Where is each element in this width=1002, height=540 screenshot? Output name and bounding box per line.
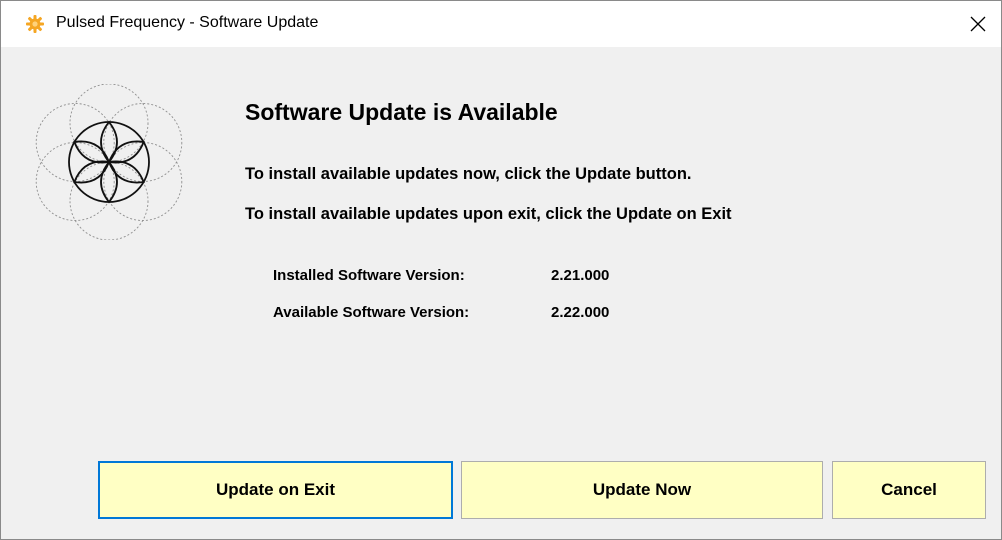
- sun-gear-icon: [26, 15, 44, 33]
- instruction-update-now: To install available updates now, click …: [245, 165, 692, 183]
- flower-of-life-logo: [35, 84, 183, 240]
- update-dialog-window: Pulsed Frequency - Software Update Softw…: [0, 0, 1002, 540]
- dialog-content: Software Update is Available To install …: [1, 47, 1001, 539]
- installed-version-value: 2.21.000: [551, 267, 610, 284]
- title-bar[interactable]: Pulsed Frequency - Software Update: [1, 1, 1001, 47]
- update-heading: Software Update is Available: [245, 99, 558, 125]
- update-on-exit-button[interactable]: Update on Exit: [98, 461, 453, 519]
- installed-version-label: Installed Software Version:: [273, 267, 465, 284]
- instruction-update-on-exit: To install available updates upon exit, …: [245, 205, 732, 223]
- update-now-button[interactable]: Update Now: [461, 461, 823, 519]
- window-title: Pulsed Frequency - Software Update: [56, 14, 319, 31]
- close-button[interactable]: [955, 1, 1001, 47]
- close-icon: [970, 16, 986, 32]
- available-version-label: Available Software Version:: [273, 304, 470, 321]
- cancel-button[interactable]: Cancel: [832, 461, 986, 519]
- available-version-value: 2.22.000: [551, 304, 610, 321]
